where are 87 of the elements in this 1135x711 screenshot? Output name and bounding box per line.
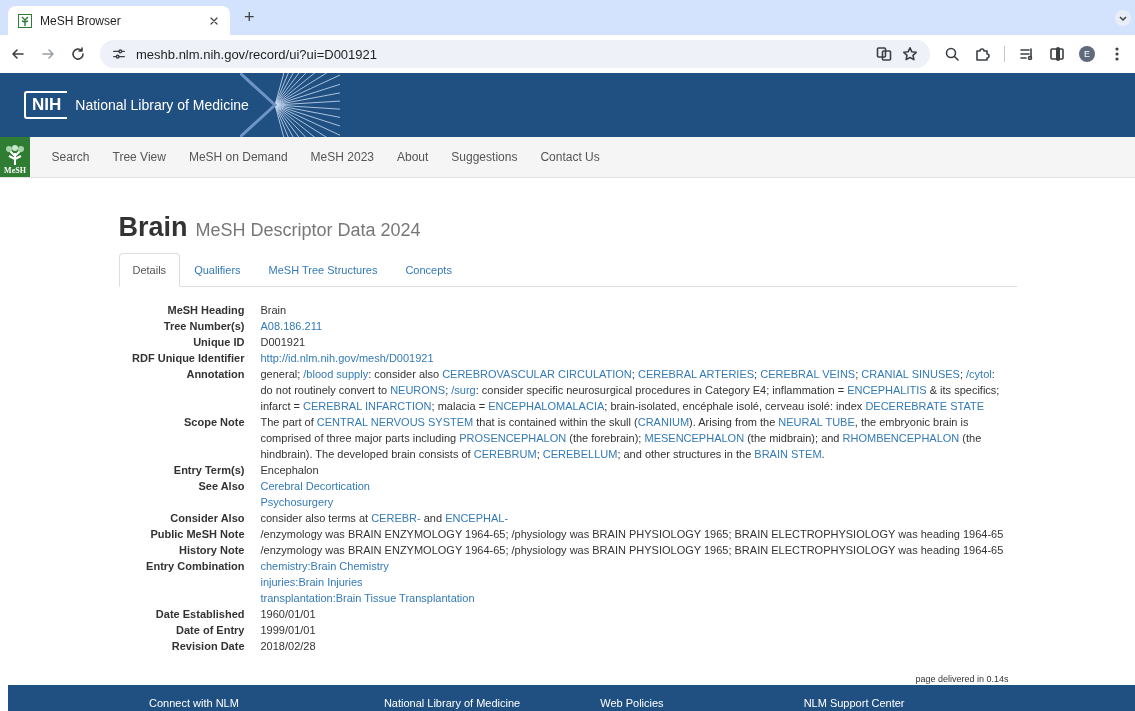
field-value: The part of CENTRAL NERVOUS SYSTEM that is contained within the skull (CRANIUM). Arising from the NEURAL TUBE, the embryonic brain is comprised of three major parts including PROSENCEPHALON (the forebrain); MESENCEPHALON (the midbrain); and RHOMBENCEPHALON (the hindbrain). The developed brain consists of CEREBRUM; CEREBELLUM; and other structures in the BRAIN STEM. — [260, 415, 983, 462]
browser-tab[interactable]: MeSH Browser — [8, 6, 230, 35]
link[interactable]: /cytol — [966, 368, 992, 380]
tab[interactable]: Details — [118, 253, 181, 287]
site-settings-icon[interactable] — [112, 47, 126, 61]
link[interactable]: CRANIAL SINUSES — [861, 368, 960, 380]
link[interactable]: PROSENCEPHALON — [459, 432, 567, 444]
link[interactable]: http://id.nlm.nih.gov/mesh/D001921 — [260, 350, 434, 366]
page-title: Brain — [118, 212, 188, 243]
footer-link[interactable]: NLM Support Center — [803, 685, 905, 711]
link[interactable]: Psychosurgery — [260, 494, 334, 510]
field-label: Annotation — [185, 367, 245, 382]
field-label: Entry Term(s) — [172, 463, 245, 478]
puzzle-icon[interactable] — [974, 46, 990, 62]
field-label: Unique ID — [192, 335, 245, 350]
field-label: History Note — [178, 543, 245, 558]
forward-icon[interactable] — [40, 46, 56, 62]
link[interactable]: CRANIUM — [637, 416, 690, 428]
link[interactable]: CENTRAL NERVOUS SYSTEM — [316, 416, 474, 428]
field-value: 2018/02/28 — [260, 639, 316, 654]
field-value: Brain — [260, 303, 287, 318]
field-label: Consider Also — [169, 511, 245, 526]
side-panel-icon[interactable] — [1049, 46, 1065, 62]
field-label: RDF Unique Identifier — [131, 351, 245, 366]
new-tab-button[interactable]: + — [236, 7, 263, 28]
field-value: Encephalon — [260, 463, 319, 478]
link[interactable]: DECEREBRATE STATE — [865, 400, 984, 412]
nav-link[interactable]: Suggestions — [439, 150, 529, 164]
field-label: Entry Combination — [145, 559, 245, 574]
profile-avatar[interactable]: E — [1079, 46, 1095, 62]
nih-logo[interactable]: NIH — [24, 91, 68, 119]
translate-icon[interactable] — [876, 46, 892, 62]
field-value: general; /blood supply: consider also CEREBROVASCULAR CIRCULATION; CEREBRAL ARTERIES; CEREBRAL VEINS; CRANIAL SINUSES; /cytol: do not routinely convert to NEURONS; /surg: consider specific neurosurgical procedures in Category E4; inflammation = ENCEPHALITIS & its specifics; infarct = CEREBRAL INFARCTION; malacia = ENCEPHALOMALACIA; brain-isolated, encéphale isolé, cerveau isolé: index DECEREBRATE STATE — [260, 367, 1001, 414]
field-label: Date of Entry — [175, 623, 245, 638]
field-value: /enzymology was BRAIN ENZYMOLOGY 1964-65; /physiology was BRAIN PHYSIOLOGY 1965; BRAIN ELECTROPHYSIOLOGY was heading 1964-65 — [260, 527, 1004, 542]
link[interactable]: NEURAL TUBE — [778, 416, 855, 428]
page-timing: page delivered in 0.14s — [914, 674, 1010, 684]
footer-link[interactable]: Connect with NLM — [149, 685, 239, 711]
link[interactable]: CEREBROVASCULAR CIRCULATION — [442, 368, 632, 380]
field-value: consider also terms at CEREBR- and ENCEPHAL- — [260, 511, 509, 526]
link[interactable]: /surg — [451, 384, 476, 396]
link[interactable]: Cerebral Decortication — [260, 478, 370, 494]
field-value: /enzymology was BRAIN ENZYMOLOGY 1964-65; /physiology was BRAIN PHYSIOLOGY 1965; BRAIN ELECTROPHYSIOLOGY was heading 1964-65 — [260, 543, 1004, 558]
field-label: Public MeSH Note — [149, 527, 245, 542]
field-label: Tree Number(s) — [162, 319, 245, 334]
nav-link[interactable]: MeSH 2023 — [299, 150, 386, 164]
field-label: Scope Note — [183, 415, 245, 430]
page-subtitle: MeSH Descriptor Data 2024 — [195, 220, 421, 241]
link[interactable]: A08.186.211 — [260, 318, 323, 334]
address-bar[interactable]: meshb.nlm.nih.gov/record/ui?ui=D001921 — [100, 40, 930, 68]
star-icon[interactable] — [902, 46, 918, 62]
field-value: D001921 — [260, 335, 306, 350]
link[interactable]: RHOMBENCEPHALON — [842, 432, 960, 444]
field-label: MeSH Heading — [166, 303, 245, 318]
footer-link[interactable]: National Library of Medicine — [383, 685, 521, 711]
reload-icon[interactable] — [70, 46, 86, 62]
favicon-icon — [18, 13, 32, 28]
link[interactable]: CEREBRAL INFARCTION — [303, 400, 432, 412]
link[interactable]: MESENCEPHALON — [644, 432, 745, 444]
tab[interactable]: Qualifiers — [180, 253, 255, 287]
link[interactable]: chemistry:Brain Chemistry — [260, 558, 389, 574]
link[interactable]: CEREBR- — [371, 512, 421, 524]
search-icon[interactable] — [944, 46, 960, 62]
link[interactable]: CEREBRUM — [473, 448, 537, 460]
field-label: Date Established — [154, 607, 245, 622]
playlist-icon[interactable] — [1019, 46, 1035, 62]
back-icon[interactable] — [10, 46, 26, 62]
organization-name[interactable]: National Library of Medicine — [75, 97, 249, 113]
chevron-down-icon[interactable] — [1115, 9, 1131, 26]
nav-link[interactable]: About — [385, 150, 440, 164]
field-value: 1999/01/01 — [260, 623, 316, 638]
field-value: 1960/01/01 — [260, 607, 316, 622]
nav-link[interactable]: Tree View — [101, 150, 178, 164]
field-label: Revision Date — [170, 639, 245, 654]
nav-link[interactable]: MeSH on Demand — [177, 150, 300, 164]
mesh-logo[interactable]: MeSH — [0, 137, 30, 177]
link[interactable]: transplantation:Brain Tissue Transplantation — [260, 590, 475, 606]
nav-link[interactable]: Search — [40, 150, 102, 164]
link[interactable]: injuries:Brain Injuries — [260, 574, 363, 590]
nav-link[interactable]: Contact Us — [528, 150, 612, 164]
link[interactable]: ENCEPHAL- — [445, 512, 509, 524]
link[interactable]: ENCEPHALITIS — [847, 384, 927, 396]
tab[interactable]: MeSH Tree Structures — [254, 253, 392, 287]
field-label: See Also — [197, 479, 245, 494]
footer-link[interactable]: Web Policies — [600, 685, 664, 711]
link[interactable]: BRAIN STEM — [754, 448, 822, 460]
tab[interactable]: Concepts — [391, 253, 466, 287]
